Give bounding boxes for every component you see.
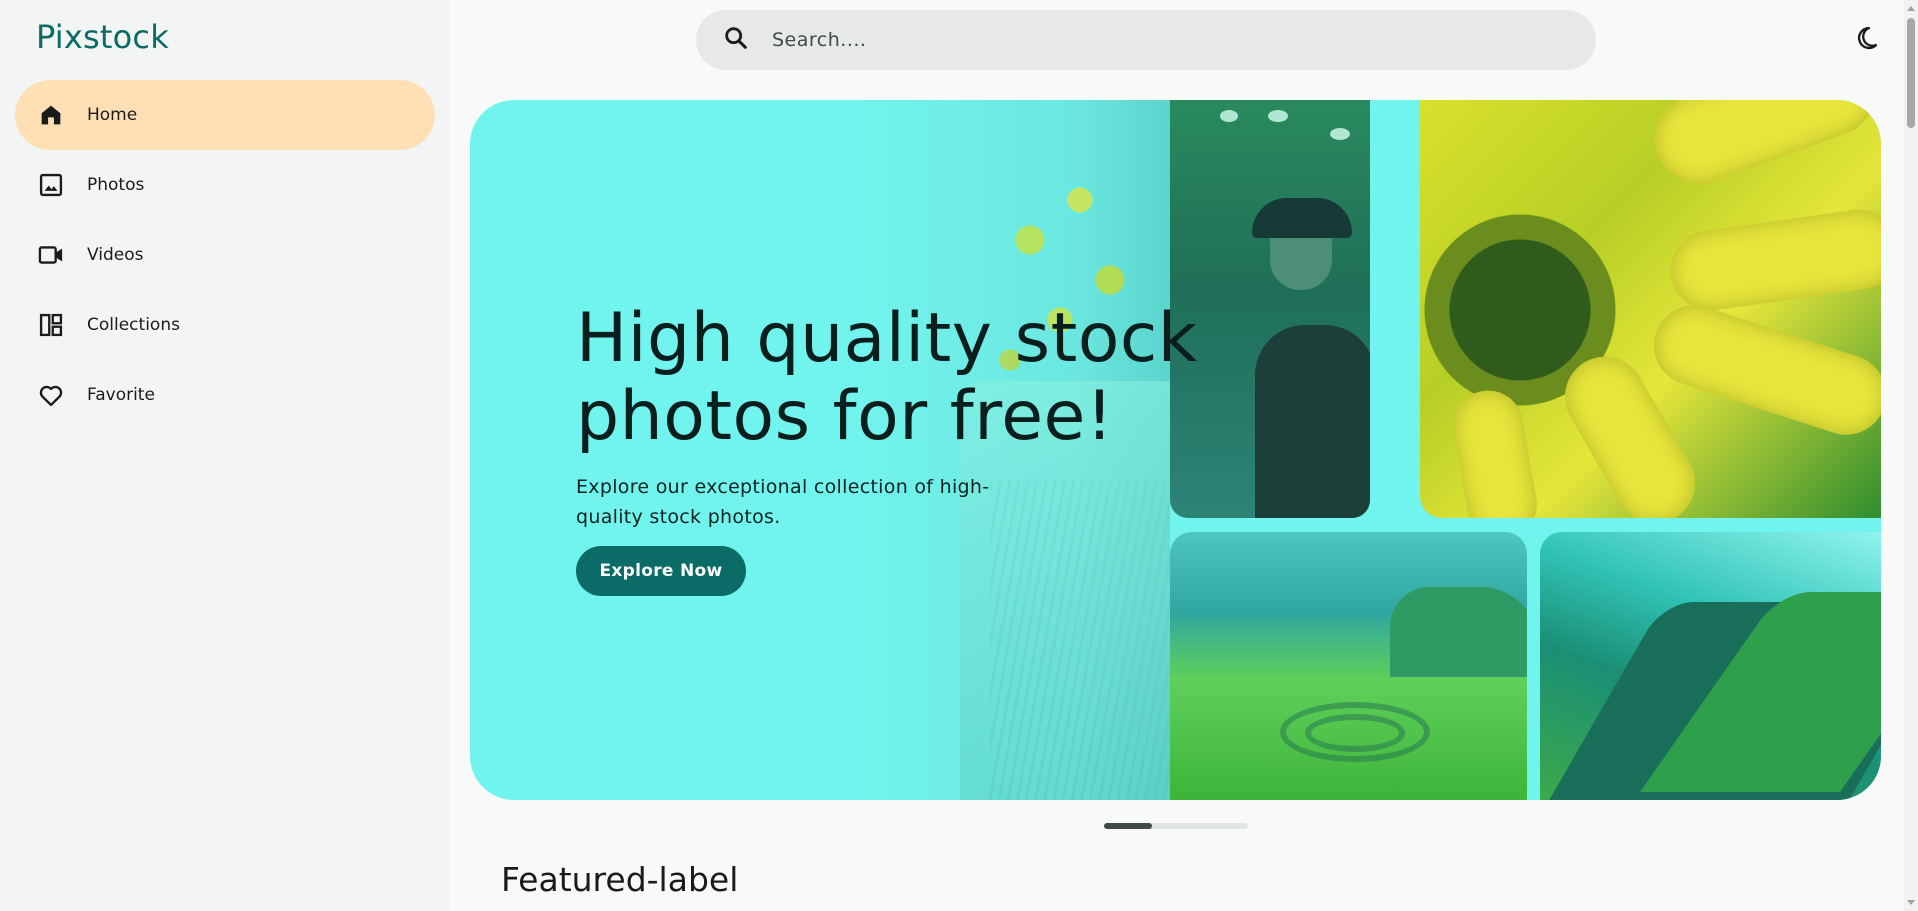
sidebar-item-collections[interactable]: Collections (15, 290, 435, 360)
page-scrollbar[interactable] (1904, 0, 1918, 911)
petal (1447, 385, 1543, 518)
figure-cap (1252, 198, 1352, 238)
valley-hill (1390, 587, 1527, 677)
sidebar-nav: Home Photos Videos Collections Favorite (15, 80, 435, 430)
collections-icon (37, 311, 65, 339)
carousel-progress-fill (1104, 823, 1152, 829)
scroll-up-arrow-icon[interactable] (1907, 6, 1915, 11)
sidebar-item-label: Collections (87, 315, 180, 335)
videocam-icon (37, 241, 65, 269)
petal (1665, 204, 1881, 316)
sidebar-item-label: Videos (87, 245, 144, 265)
hero-banner: High quality stock photos for free! Expl… (470, 100, 1881, 800)
theme-toggle-button[interactable] (1850, 24, 1882, 56)
sidebar-item-videos[interactable]: Videos (15, 220, 435, 290)
heart-icon (37, 381, 65, 409)
carousel-progress-track[interactable] (1104, 823, 1248, 829)
hero-title-line-2: photos for free! (576, 377, 1114, 456)
logo[interactable]: Pixstock (36, 18, 169, 56)
photo-icon (37, 171, 65, 199)
valley-ring (1305, 714, 1405, 752)
featured-section-title: Featured-label (501, 860, 739, 899)
hero-subtitle: Explore our exceptional collection of hi… (576, 476, 990, 528)
petal (1641, 100, 1881, 197)
hero-image-mountains (1540, 532, 1881, 800)
home-icon (37, 101, 65, 129)
sidebar-item-favorite[interactable]: Favorite (15, 360, 435, 430)
search-bar[interactable] (696, 10, 1596, 70)
hero-title-line-1: High quality stock (576, 299, 1198, 378)
search-icon[interactable] (722, 24, 750, 56)
scroll-down-arrow-icon[interactable] (1907, 900, 1915, 905)
bokeh-light (1268, 110, 1288, 122)
bokeh-light (1330, 128, 1350, 140)
hero-image-sunflower (1420, 100, 1881, 518)
sidebar-item-label: Home (87, 105, 138, 125)
sidebar-item-label: Favorite (87, 385, 155, 405)
bokeh-light (1220, 110, 1238, 122)
moon-icon (1852, 24, 1880, 56)
explore-now-button[interactable]: Explore Now (576, 546, 746, 596)
search-input[interactable] (772, 29, 1532, 51)
app-root: Pixstock Home Photos Videos Collections … (0, 0, 1918, 911)
sidebar: Pixstock Home Photos Videos Collections … (0, 0, 450, 911)
sidebar-item-home[interactable]: Home (15, 80, 435, 150)
sidebar-item-photos[interactable]: Photos (15, 150, 435, 220)
scrollbar-thumb[interactable] (1907, 18, 1915, 128)
hero-content: High quality stock photos for free! Expl… (576, 300, 1276, 596)
sidebar-item-label: Photos (87, 175, 145, 195)
hero-title: High quality stock photos for free! (576, 300, 1276, 456)
petal (1643, 294, 1881, 446)
